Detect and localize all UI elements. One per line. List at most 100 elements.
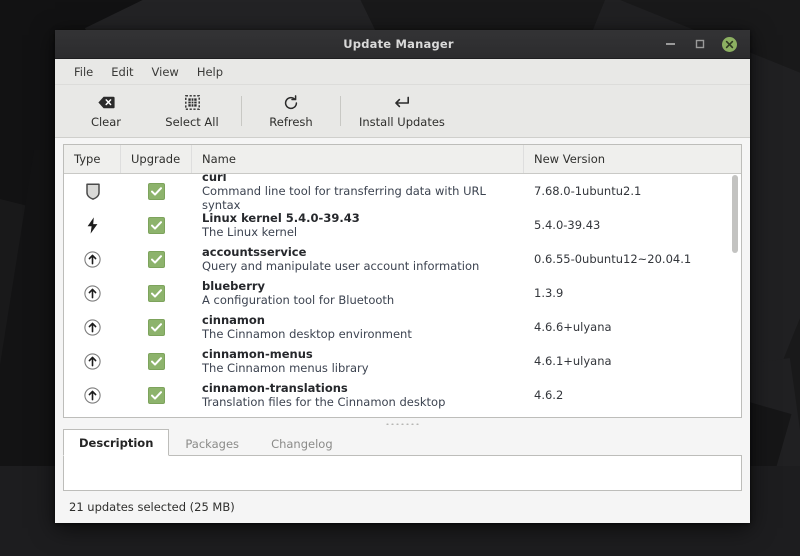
column-header-upgrade[interactable]: Upgrade [121,145,192,173]
install-updates-icon [393,93,410,112]
description-panel [63,456,742,491]
table-row[interactable]: cinnamon The Cinnamon desktop environmen… [64,310,741,344]
tab-changelog[interactable]: Changelog [255,430,349,456]
package-update-icon [84,318,101,336]
row-name-cell: accountsservice Query and manipulate use… [192,244,524,273]
row-type-cell [64,284,121,302]
package-description: The Cinnamon desktop environment [202,326,412,341]
refresh-icon [283,93,299,112]
clear-label: Clear [90,115,122,129]
window-titlebar[interactable]: Update Manager [55,30,750,59]
table-row[interactable]: cinnamon-translations Translation files … [64,378,741,412]
close-icon [725,40,734,48]
package-new-version: 4.6.6+ulyana [534,320,612,334]
upgrade-checkbox[interactable] [148,284,165,302]
package-new-version: 1.3.9 [534,286,564,300]
table-row[interactable]: curl Command line tool for transferring … [64,174,741,212]
toolbar: Clear Select All Refresh Install Updates [55,85,750,138]
toolbar-separator [241,96,242,126]
tab-packages[interactable]: Packages [169,430,255,456]
list-rows-container[interactable]: curl Command line tool for transferring … [64,174,741,417]
package-description: Query and manipulate user account inform… [202,258,480,273]
row-type-cell [64,386,121,404]
package-name: curl [202,174,227,184]
table-row[interactable]: blueberry A configuration tool for Bluet… [64,276,741,310]
refresh-button[interactable]: Refresh [248,88,334,134]
splitter-grip-icon [384,421,421,425]
menu-view[interactable]: View [143,63,188,81]
row-upgrade-cell [121,352,192,370]
menu-file[interactable]: File [65,63,102,81]
upgrade-checkbox[interactable] [148,250,165,268]
minimize-icon [665,43,675,45]
row-upgrade-cell [121,318,192,336]
row-name-cell: Linux kernel 5.4.0-39.43 The Linux kerne… [192,210,524,239]
shield-icon [85,182,100,200]
package-name: accountsservice [202,244,307,259]
package-update-icon [84,250,101,268]
table-row[interactable]: accountsservice Query and manipulate use… [64,242,741,276]
list-scrollbar[interactable] [731,175,739,413]
package-new-version: 0.6.55-0ubuntu12~20.04.1 [534,252,692,266]
package-update-icon [84,386,101,404]
menubar: File Edit View Help [55,59,750,85]
package-description: Command line tool for transferring data … [202,183,486,212]
maximize-button[interactable] [692,36,708,52]
row-type-cell [64,250,121,268]
package-description: A configuration tool for Bluetooth [202,292,395,307]
maximize-icon [695,39,705,49]
tab-description[interactable]: Description [63,429,170,456]
details-tabstrip: Description Packages Changelog [63,428,742,456]
upgrade-checkbox[interactable] [148,318,165,336]
row-type-cell [64,182,121,200]
table-row[interactable]: cinnamon-menus The Cinnamon menus librar… [64,344,741,378]
package-description: The Cinnamon menus library [202,360,369,375]
menu-edit[interactable]: Edit [102,63,142,81]
select-all-icon [184,93,200,112]
clear-button[interactable]: Clear [63,88,149,134]
list-scrollbar-thumb[interactable] [732,175,738,253]
window-controls [662,36,750,52]
package-update-icon [84,284,101,302]
details-pane: Description Packages Changelog [63,428,742,491]
row-type-cell [64,352,121,370]
column-header-name[interactable]: Name [192,145,524,173]
column-header-type[interactable]: Type [64,145,121,173]
pane-splitter[interactable] [63,418,742,428]
row-upgrade-cell [121,284,192,302]
upgrade-checkbox[interactable] [148,216,165,234]
package-new-version: 4.6.2 [534,388,564,402]
row-name-cell: cinnamon-menus The Cinnamon menus librar… [192,346,524,375]
select-all-label: Select All [165,115,219,129]
row-name-cell: curl Command line tool for transferring … [192,174,524,212]
update-manager-window: Update Manager File Edit View Help Clear… [55,30,750,523]
package-name: cinnamon-menus [202,346,313,361]
column-header-new-version[interactable]: New Version [524,145,741,173]
package-new-version: 7.68.0-1ubuntu2.1 [534,184,642,198]
table-row[interactable]: folder-color-switcher 1.4.4 [64,412,741,417]
menu-help[interactable]: Help [188,63,232,81]
package-update-icon [84,352,101,370]
package-name: blueberry [202,278,266,293]
row-upgrade-cell [121,386,192,404]
package-name: cinnamon-translations [202,380,348,395]
table-row[interactable]: Linux kernel 5.4.0-39.43 The Linux kerne… [64,208,741,242]
package-description: Translation files for the Cinnamon deskt… [202,394,446,409]
row-name-cell: cinnamon-translations Translation files … [192,380,524,409]
select-all-button[interactable]: Select All [149,88,235,134]
close-button[interactable] [722,36,737,52]
upgrade-checkbox[interactable] [148,352,165,370]
kernel-icon [87,216,98,234]
upgrade-checkbox[interactable] [148,182,165,200]
window-title: Update Manager [343,37,454,51]
minimize-button[interactable] [662,36,678,52]
package-name: Linux kernel 5.4.0-39.43 [202,210,360,225]
install-updates-button[interactable]: Install Updates [347,88,457,134]
refresh-label: Refresh [269,115,313,129]
upgrade-checkbox[interactable] [148,386,165,404]
updates-list: Type Upgrade Name New Version curl Comma… [63,144,742,418]
row-type-cell [64,318,121,336]
row-type-cell [64,216,121,234]
package-name: cinnamon [202,312,265,327]
desktop-background: Update Manager File Edit View Help Clear… [0,0,800,556]
